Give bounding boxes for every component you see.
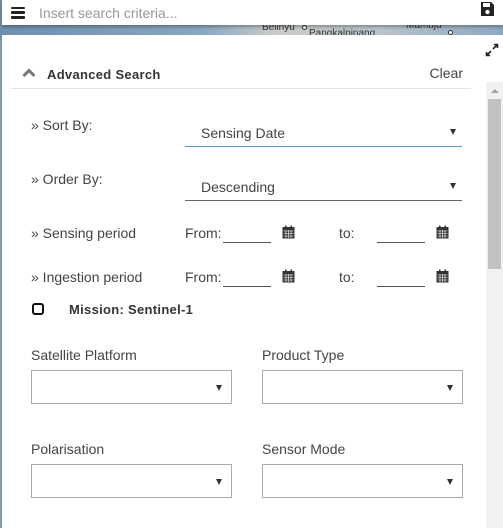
sort-by-value: Sensing Date [201,125,286,141]
calendar-icon[interactable] [436,269,449,283]
scroll-up-arrow-icon[interactable] [486,82,503,99]
sensing-from-label: From: [185,225,222,241]
advanced-search-panel: Advanced Search Clear » Sort By: Sensing… [2,35,503,528]
mission-sentinel-1-title: Mission: Sentinel-1 [69,302,194,317]
order-by-label: » Order By: [31,171,103,187]
sensor-mode-label: Sensor Mode [262,441,346,457]
map-city-marker [302,25,307,30]
advanced-search-header: Advanced Search Clear [11,63,471,89]
caret-down-icon [447,479,453,485]
order-by-value: Descending [201,179,275,195]
mission-sentinel-1-checkbox[interactable] [32,303,44,315]
product-type-select[interactable] [262,370,463,404]
sensor-mode-select[interactable] [262,464,463,498]
ingestion-period-label: » Ingestion period [31,269,143,285]
scrollbar-thumb[interactable] [488,99,501,269]
satellite-platform-label: Satellite Platform [31,347,137,363]
sensing-to-label: to: [339,225,355,241]
calendar-icon[interactable] [436,225,449,239]
floppy-disk-icon[interactable] [480,1,495,17]
ingestion-to-label: to: [339,269,355,285]
caret-down-icon [450,183,456,189]
sensing-to-input[interactable] [377,225,425,243]
calendar-icon[interactable] [282,269,295,283]
satellite-platform-select[interactable] [31,370,232,404]
sensing-from-input[interactable] [223,225,271,243]
hamburger-menu-icon[interactable] [11,6,25,19]
search-input[interactable] [39,4,459,21]
polarisation-label: Polarisation [31,441,105,457]
clear-button[interactable]: Clear [430,65,463,81]
search-bar [2,0,503,25]
ingestion-to-input[interactable] [377,269,425,287]
chevron-up-icon[interactable] [22,68,36,78]
caret-down-icon [216,385,222,391]
advanced-search-title: Advanced Search [47,67,161,82]
sort-by-select[interactable]: Sensing Date [185,119,462,147]
product-type-label: Product Type [262,347,345,363]
caret-down-icon [450,129,456,135]
polarisation-select[interactable] [31,464,232,498]
sort-by-label: » Sort By: [31,117,93,133]
ingestion-from-input[interactable] [223,269,271,287]
panel-scrollbar[interactable] [486,82,503,528]
expand-arrows-icon[interactable] [485,43,499,57]
calendar-icon[interactable] [282,225,295,239]
caret-down-icon [216,479,222,485]
caret-down-icon [447,385,453,391]
ingestion-from-label: From: [185,269,222,285]
sensing-period-label: » Sensing period [31,225,137,241]
order-by-select[interactable]: Descending [185,173,462,201]
